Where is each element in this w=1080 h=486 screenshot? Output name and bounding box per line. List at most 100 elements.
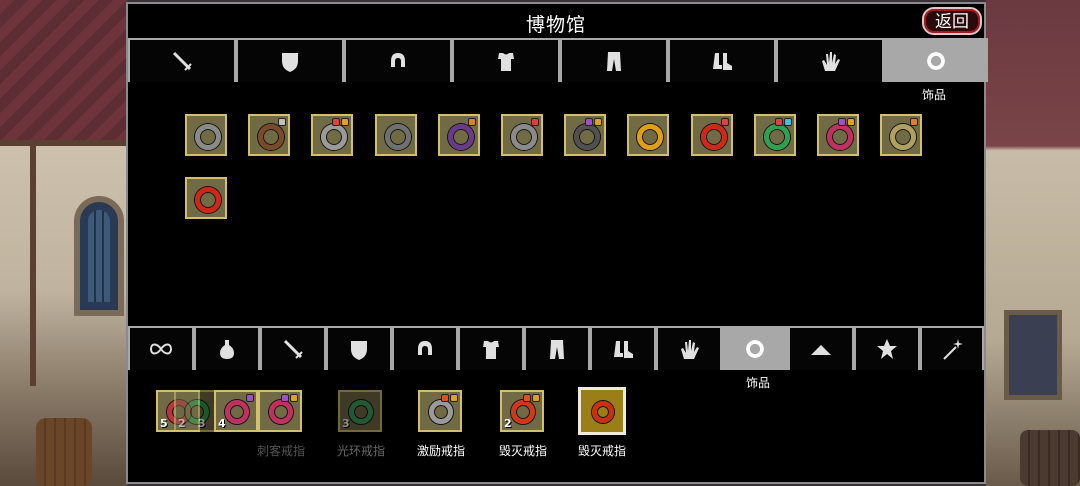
- barrel: [1020, 430, 1080, 486]
- museum-category-tabs: [128, 38, 988, 82]
- museum-tab-caption: 饰品: [921, 88, 946, 102]
- destruction-ring-selected-slot[interactable]: [578, 387, 626, 435]
- museum-item-slot[interactable]: [185, 114, 227, 156]
- tab-gloves[interactable]: [776, 38, 884, 82]
- tab-gloves[interactable]: [656, 326, 722, 370]
- armor-icon: [477, 335, 505, 363]
- gem-icon: [585, 118, 594, 126]
- gem-icon: [594, 118, 603, 126]
- gem-icon: [332, 118, 341, 126]
- aura-ring-slot[interactable]: 3: [338, 390, 382, 432]
- museum-item-slot[interactable]: [185, 177, 227, 219]
- destruction-ring-slot[interactable]: 2: [500, 390, 544, 432]
- gem-icon: [523, 394, 531, 402]
- item-count: 2: [504, 417, 512, 430]
- shield-icon: [276, 47, 304, 75]
- tab-boots[interactable]: [590, 326, 656, 370]
- star-icon: [873, 335, 901, 363]
- arched-window: [74, 196, 124, 316]
- item-count: 3: [198, 417, 206, 430]
- museum-item-slot[interactable]: [753, 114, 796, 156]
- gloves-icon: [816, 47, 844, 75]
- museum-item-slot[interactable]: [627, 114, 670, 156]
- tab-boots[interactable]: [668, 38, 776, 82]
- museum-item-slot[interactable]: [374, 114, 417, 156]
- museum-item-slot[interactable]: [880, 114, 923, 156]
- ring-icon: [511, 400, 535, 424]
- tab-shield[interactable]: [236, 38, 344, 82]
- page-title: 博物馆: [525, 14, 586, 36]
- pants-icon: [543, 335, 571, 363]
- gem-icon: [783, 118, 792, 126]
- tab-sword[interactable]: [260, 326, 326, 370]
- ring-icon: [592, 401, 614, 423]
- destruction-ring-selected-label: 毁灭戒指: [577, 444, 626, 458]
- museum-item-slot[interactable]: [248, 114, 291, 156]
- assassin-ring-stack-slot[interactable]: 4: [214, 390, 258, 432]
- museum-item-slot[interactable]: [501, 114, 543, 156]
- tab-pants[interactable]: [560, 38, 668, 82]
- shield-icon: [345, 335, 373, 363]
- tab-wand[interactable]: [920, 326, 984, 370]
- wand-icon: [938, 335, 966, 363]
- museum-item-slot[interactable]: [564, 114, 607, 156]
- tab-potion[interactable]: [194, 326, 260, 370]
- gem-icon: [450, 394, 458, 402]
- sword-icon: [279, 335, 307, 363]
- gem-icon: [441, 394, 449, 402]
- museum-item-slot[interactable]: [690, 114, 733, 156]
- tab-armor[interactable]: [458, 326, 524, 370]
- helmet-icon: [384, 47, 412, 75]
- background-right-building: [986, 0, 1080, 486]
- tab-ring[interactable]: [884, 38, 988, 82]
- ring-icon: [890, 124, 917, 150]
- ring-icon: [258, 124, 285, 150]
- inventory-category-tabs: [128, 326, 984, 370]
- museum-item-slot[interactable]: [437, 114, 480, 156]
- gem-icon: [531, 118, 539, 126]
- item-count: 4: [218, 417, 226, 430]
- gem-icon: [847, 118, 855, 126]
- tab-armor[interactable]: [452, 38, 560, 82]
- background-left-building: [0, 0, 128, 486]
- inspire-ring-slot[interactable]: [418, 390, 462, 432]
- gem-icon: [281, 394, 289, 402]
- ring-icon: [827, 124, 853, 150]
- ring-icon: [225, 400, 249, 424]
- tab-ring[interactable]: [722, 326, 788, 370]
- ring-icon: [447, 124, 474, 150]
- tab-infinity[interactable]: [128, 326, 194, 370]
- tab-pants[interactable]: [524, 326, 590, 370]
- tab-shield[interactable]: [326, 326, 392, 370]
- gem-icon: [774, 118, 783, 126]
- ring-icon: [637, 124, 664, 150]
- museum-item-slot[interactable]: [817, 114, 859, 156]
- museum-panel: 博物馆 返回 饰品 饰品 5 2 3 4 刺客戒指 3 光环戒指 激励戒指 2 …: [126, 2, 988, 484]
- roof: [0, 0, 128, 140]
- ring-icon: [349, 400, 373, 424]
- tab-helmet[interactable]: [344, 38, 452, 82]
- back-button[interactable]: 返回: [922, 7, 982, 35]
- destruction-ring-label: 毁灭戒指: [498, 444, 547, 458]
- ring-icon: [195, 187, 221, 213]
- potion-icon: [213, 335, 241, 363]
- assassin-ring-slot[interactable]: [258, 390, 302, 432]
- sword-icon: [168, 47, 196, 75]
- tab-helmet[interactable]: [392, 326, 458, 370]
- gem-icon: [246, 394, 254, 402]
- gem-icon: [720, 118, 729, 126]
- ring-icon: [269, 400, 293, 424]
- tab-star[interactable]: [854, 326, 920, 370]
- ring-icon: [763, 124, 790, 150]
- aura-ring-label: 光环戒指: [336, 444, 385, 458]
- ring-icon: [384, 124, 411, 150]
- ring-icon: [511, 124, 537, 150]
- ring-icon: [195, 124, 221, 150]
- tab-hat[interactable]: [788, 326, 854, 370]
- tab-sword[interactable]: [128, 38, 236, 82]
- hat-icon: [807, 335, 835, 363]
- inspire-ring-label: 激励戒指: [416, 444, 465, 458]
- ring-icon: [741, 335, 769, 363]
- museum-item-slot[interactable]: [311, 114, 354, 156]
- assassin-ring-stack-slot[interactable]: 2 3: [174, 390, 218, 432]
